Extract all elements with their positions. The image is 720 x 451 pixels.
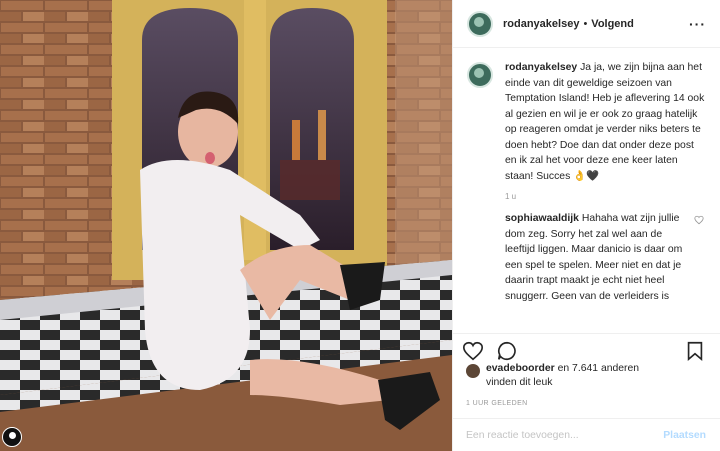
post-photo <box>0 0 452 451</box>
post-time-ago[interactable]: 1 UUR GELEDEN <box>466 400 528 407</box>
likes-count[interactable]: en 7.641 anderen <box>555 363 639 374</box>
comment-bubble-icon[interactable] <box>496 340 518 362</box>
more-options-icon[interactable]: ··· <box>689 16 706 32</box>
post-image <box>0 0 452 451</box>
comment-input[interactable]: Een reactie toevoegen... <box>466 430 579 441</box>
likes-summary: evadeboorder en 7.641 anderen vinden dit… <box>466 362 706 390</box>
like-comment-icon[interactable] <box>694 215 704 225</box>
save-bookmark-icon[interactable] <box>684 340 706 362</box>
header-username[interactable]: rodanyakelsey <box>503 18 579 30</box>
comment-item: sophiawaaldijk Hahaha wat zijn jullie do… <box>467 211 706 304</box>
post-header: rodanyakelsey • Volgend ··· <box>453 0 720 48</box>
caption-time[interactable]: 1 u <box>505 192 706 201</box>
comment-text: sophiawaaldijk Hahaha wat zijn jullie do… <box>467 211 706 304</box>
comment-username[interactable]: sophiawaaldijk <box>505 213 579 224</box>
liker-username[interactable]: evadeboorder <box>486 363 555 374</box>
caption-body: Ja ja, we zijn bijna aan het einde van d… <box>505 62 705 182</box>
like-heart-icon[interactable] <box>462 340 484 362</box>
comment-input-bar: Een reactie toevoegen... Plaatsen <box>452 418 720 451</box>
profile-avatar[interactable] <box>467 10 493 37</box>
caption-comment: rodanyakelsey Ja ja, we zijn bijna aan h… <box>467 60 706 201</box>
follow-status-button[interactable]: Volgend <box>591 18 634 30</box>
likes-suffix: vinden dit leuk <box>486 377 553 388</box>
comment-body: Hahaha wat zijn jullie dom zeg. Sorry he… <box>505 213 683 302</box>
caption-text: rodanyakelsey Ja ja, we zijn bijna aan h… <box>505 60 706 184</box>
caption-avatar[interactable] <box>467 62 493 88</box>
post-comment-button[interactable]: Plaatsen <box>663 430 706 441</box>
caption-username[interactable]: rodanyakelsey <box>505 62 577 73</box>
liker-avatar[interactable] <box>466 364 480 378</box>
post-actions-bar <box>452 333 720 363</box>
user-tag-icon[interactable] <box>2 427 22 447</box>
comments-list: rodanyakelsey Ja ja, we zijn bijna aan h… <box>467 60 706 332</box>
header-separator: • <box>583 17 588 30</box>
